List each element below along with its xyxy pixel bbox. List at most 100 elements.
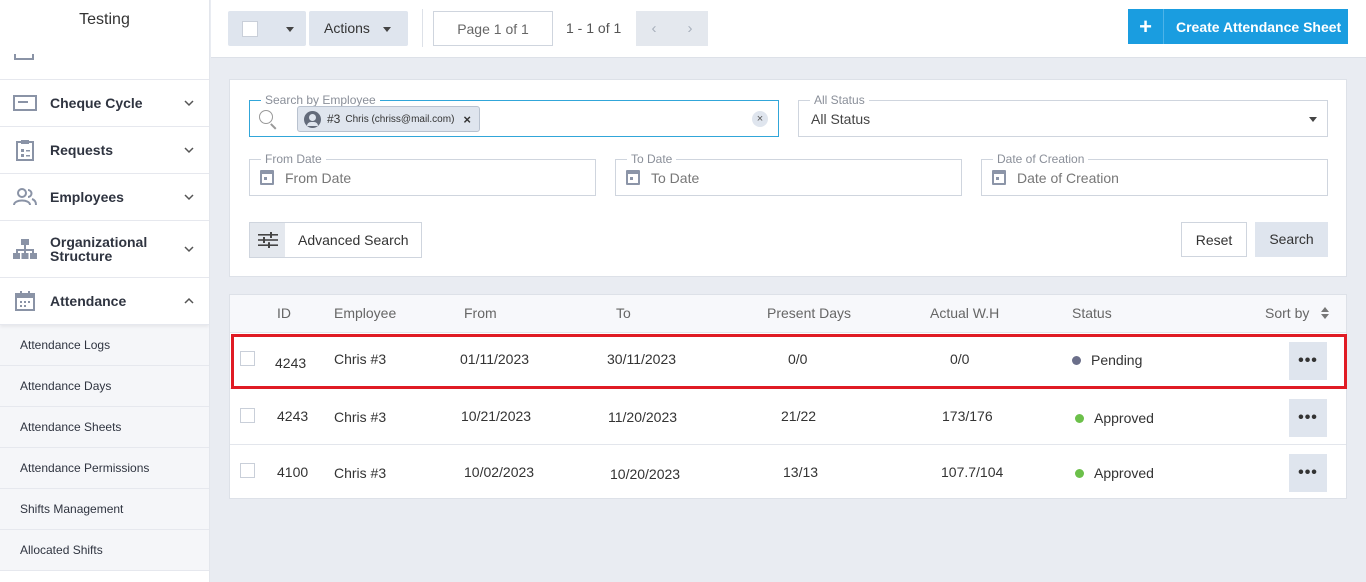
sidebar-item-label: Requests xyxy=(50,142,114,158)
row-checkbox[interactable] xyxy=(240,408,255,423)
row-checkbox[interactable] xyxy=(240,351,255,366)
filters-panel: Search by Employee #3 Chris (chriss@mail… xyxy=(229,79,1347,277)
status-badge: Approved xyxy=(1075,465,1154,481)
reset-button[interactable]: Reset xyxy=(1181,222,1247,257)
column-header-present-days[interactable]: Present Days xyxy=(767,305,851,321)
cell-employee: Chris #3 xyxy=(334,465,387,481)
cell-to: 10/20/2023 xyxy=(610,466,681,482)
record-count: 1 - 1 of 1 xyxy=(566,20,622,36)
page-selector[interactable]: Page 1 of 1 xyxy=(433,11,553,46)
sidebar-item-label: Organizational Structure xyxy=(50,235,147,263)
attendance-sheets-table: ID Employee From To Present Days Actual … xyxy=(229,294,1347,499)
cell-present-days: 13/13 xyxy=(783,464,819,480)
to-date-placeholder: To Date xyxy=(651,170,700,186)
column-header-to[interactable]: To xyxy=(616,305,631,321)
status-text: Approved xyxy=(1094,410,1154,426)
row-checkbox[interactable] xyxy=(240,463,255,478)
row-actions-button[interactable]: ••• xyxy=(1289,454,1327,492)
status-dot xyxy=(1072,356,1081,365)
calendar-icon xyxy=(626,170,640,185)
cell-from: 10/21/2023 xyxy=(461,408,532,424)
actions-dropdown[interactable]: Actions xyxy=(309,11,408,46)
cell-actual-wh: 0/0 xyxy=(950,351,970,367)
search-button[interactable]: Search xyxy=(1255,222,1328,257)
chevron-down-icon xyxy=(184,100,194,107)
column-header-employee[interactable]: Employee xyxy=(334,305,396,321)
cell-from: 01/11/2023 xyxy=(460,351,530,367)
employee-chip[interactable]: #3 Chris (chriss@mail.com) × xyxy=(297,106,480,132)
clear-search-icon[interactable]: × xyxy=(752,111,768,127)
sidebar-subitem-attendance-logs[interactable]: Attendance Logs xyxy=(0,325,209,366)
table-row[interactable]: 4100 Chris #3 10/02/2023 10/20/2023 13/1… xyxy=(230,446,1346,498)
cheque-icon xyxy=(13,91,37,115)
remove-chip-icon[interactable]: × xyxy=(463,112,471,127)
row-actions-button[interactable]: ••• xyxy=(1289,399,1327,437)
clipboard-icon xyxy=(13,138,37,162)
cell-id: 4243 xyxy=(277,408,309,424)
cell-to: 30/11/2023 xyxy=(607,351,677,367)
column-header-id[interactable]: ID xyxy=(277,305,291,321)
to-date-field[interactable]: To Date To Date xyxy=(615,152,962,196)
sidebar-item-requests[interactable]: Requests xyxy=(0,127,209,174)
chevron-right-icon[interactable]: › xyxy=(672,11,708,46)
caret-down-icon xyxy=(1309,117,1317,122)
field-label: To Date xyxy=(627,152,677,166)
chevron-down-icon xyxy=(184,246,194,253)
status-value: All Status xyxy=(811,111,871,127)
select-all-checkbox[interactable] xyxy=(242,21,258,37)
field-label: Search by Employee xyxy=(261,93,380,107)
status-text: Approved xyxy=(1094,465,1154,481)
toolbar-divider xyxy=(422,9,423,47)
select-all-dropdown[interactable] xyxy=(228,11,306,46)
from-date-field[interactable]: From Date From Date xyxy=(249,152,596,196)
label-line: Organizational xyxy=(50,234,148,250)
status-badge: Approved xyxy=(1075,410,1154,426)
column-header-actual-wh[interactable]: Actual W.H xyxy=(930,305,999,321)
sidebar-subitem-shifts-management[interactable]: Shifts Management xyxy=(0,489,209,530)
table-row[interactable]: 4243 Chris #3 01/11/2023 30/11/2023 0/0 … xyxy=(230,334,1346,389)
column-header-status[interactable]: Status xyxy=(1072,305,1112,321)
sidebar-item-organizational-structure[interactable]: Organizational Structure xyxy=(0,221,209,278)
row-actions-button[interactable]: ••• xyxy=(1289,342,1327,380)
sort-by-label[interactable]: Sort by xyxy=(1265,305,1309,321)
sidebar-item-employees[interactable]: Employees xyxy=(0,174,209,221)
org-chart-icon xyxy=(13,237,37,261)
plus-icon: + xyxy=(1128,9,1164,44)
sidebar-subitem-attendance-sheets[interactable]: Attendance Sheets xyxy=(0,407,209,448)
create-attendance-sheet-button[interactable]: + Create Attendance Sheet xyxy=(1128,9,1348,44)
cell-present-days: 21/22 xyxy=(781,408,817,424)
advanced-search-button[interactable]: Advanced Search xyxy=(249,222,422,258)
status-badge: Pending xyxy=(1072,352,1142,368)
app-title: Testing xyxy=(79,11,130,28)
sidebar-item-label: Cheque Cycle xyxy=(50,95,143,111)
chevron-left-icon[interactable]: ‹ xyxy=(636,11,672,46)
cell-to: 11/20/2023 xyxy=(608,409,678,425)
employee-search-field[interactable]: Search by Employee #3 Chris (chriss@mail… xyxy=(249,93,779,137)
sidebar-subitem-attendance-permissions[interactable]: Attendance Permissions xyxy=(0,448,209,489)
cell-present-days: 0/0 xyxy=(788,351,808,367)
sidebar-item-partial[interactable] xyxy=(0,40,209,80)
sidebar-subitem-attendance-days[interactable]: Attendance Days xyxy=(0,366,209,407)
status-select[interactable]: All Status All Status xyxy=(798,93,1328,137)
creation-date-field[interactable]: Date of Creation Date of Creation xyxy=(981,152,1328,196)
menu-item-icon xyxy=(14,54,34,60)
advanced-search-label: Advanced Search xyxy=(298,232,409,248)
status-text: Pending xyxy=(1091,352,1143,368)
chevron-down-icon xyxy=(184,194,194,201)
cell-id: 4100 xyxy=(277,464,309,480)
chevron-up-icon xyxy=(184,297,194,304)
sidebar-subitem-allocated-shifts[interactable]: Allocated Shifts xyxy=(0,530,209,571)
sort-icon[interactable] xyxy=(1321,307,1329,319)
search-icon xyxy=(259,110,273,124)
cell-employee: Chris #3 xyxy=(334,351,387,367)
column-header-from[interactable]: From xyxy=(464,305,497,321)
sidebar-item-cheque-cycle[interactable]: Cheque Cycle xyxy=(0,80,209,127)
calendar-icon xyxy=(13,289,37,313)
toolbar: Actions Page 1 of 1 1 - 1 of 1 ‹ › + Cre… xyxy=(211,0,1366,58)
cell-actual-wh: 107.7/104 xyxy=(941,464,1004,480)
sidebar-item-attendance[interactable]: Attendance xyxy=(0,278,209,325)
table-row[interactable]: 4243 Chris #3 10/21/2023 11/20/2023 21/2… xyxy=(230,390,1346,445)
chevron-down-icon xyxy=(184,147,194,154)
field-label: From Date xyxy=(261,152,326,166)
from-date-placeholder: From Date xyxy=(285,170,352,186)
